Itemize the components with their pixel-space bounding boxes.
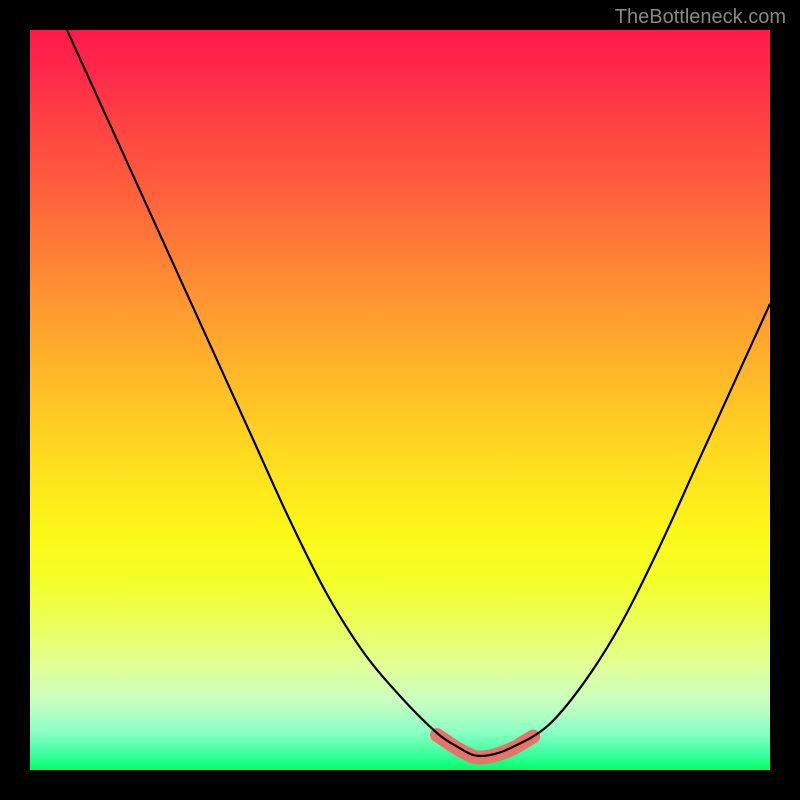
plot-area	[30, 30, 770, 770]
watermark-label: TheBottleneck.com	[615, 6, 786, 29]
gradient-background	[30, 30, 770, 770]
